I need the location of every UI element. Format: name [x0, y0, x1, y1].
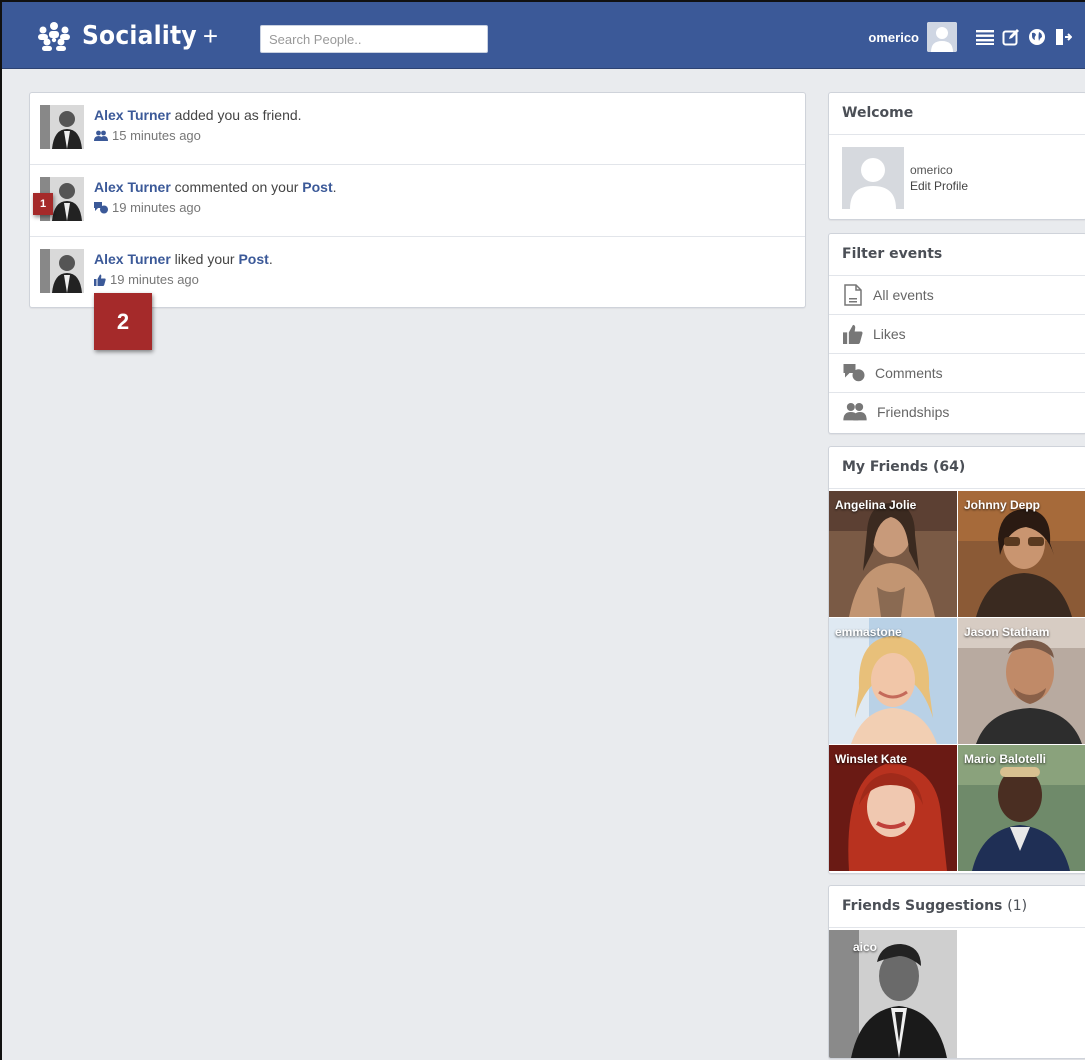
friend-tile[interactable]: Mario Balotelli — [958, 745, 1085, 871]
friends-icon — [94, 130, 108, 141]
annotation-badge-1: 1 — [33, 193, 53, 215]
post-link[interactable]: Post — [238, 251, 268, 267]
friends-count: (64) — [933, 459, 966, 475]
notification-action: liked your — [174, 251, 235, 267]
user-avatar[interactable] — [927, 22, 957, 52]
actor-name-link[interactable]: Alex Turner — [94, 107, 171, 123]
username-link[interactable]: omerico — [868, 30, 919, 45]
notification-text: Alex Turner added you as friend. — [94, 107, 302, 123]
filter-label: Likes — [873, 326, 906, 342]
friend-tile[interactable]: emmastone — [829, 618, 957, 744]
friend-name: Jason Statham — [964, 625, 1050, 639]
notification-time: 19 minutes ago — [94, 200, 201, 215]
filter-label: Friendships — [877, 404, 950, 420]
suggestion-name: aico — [853, 940, 878, 954]
search-people-input[interactable] — [260, 25, 488, 53]
notification-text: Alex Turner liked your Post. — [94, 251, 273, 267]
time-label: 19 minutes ago — [112, 200, 201, 215]
suggestion-tile[interactable]: aico — [829, 930, 957, 1058]
edit-profile-link[interactable]: Edit Profile — [910, 179, 968, 193]
notification-action: added you as friend. — [174, 107, 302, 123]
notification-time: 15 minutes ago — [94, 128, 201, 143]
filter-label: All events — [873, 287, 934, 303]
list-icon[interactable] — [975, 27, 995, 47]
annotation-badge-2: 2 — [94, 293, 152, 350]
friend-name: Angelina Jolie — [835, 498, 917, 512]
friend-name: Johnny Depp — [964, 498, 1041, 512]
friend-tile[interactable]: Jason Statham — [958, 618, 1085, 744]
post-link[interactable]: Post — [302, 179, 332, 195]
filter-events-panel: Filter events All events Likes Comments … — [828, 233, 1085, 434]
people-logo-icon — [38, 22, 70, 51]
top-navbar: Sociality + omerico — [2, 2, 1085, 69]
brand-plus: + — [202, 20, 219, 51]
filter-all-events[interactable]: All events — [829, 276, 1085, 315]
notification-time: 19 minutes ago — [94, 272, 199, 287]
friends-icon — [843, 403, 867, 421]
comments-icon — [843, 364, 865, 382]
suggestions-title: Friends Suggestions — [842, 898, 1003, 914]
notification-action: commented on your — [174, 179, 299, 195]
notification-item[interactable]: Alex Turner commented on your Post. 19 m… — [30, 165, 805, 237]
suggestions-count: (1) — [1007, 898, 1028, 914]
friend-tile[interactable]: Angelina Jolie — [829, 491, 957, 617]
thumbs-up-icon — [843, 324, 863, 344]
suggestion-photo — [829, 930, 957, 1058]
brand-name: Sociality — [82, 21, 197, 51]
profile-avatar[interactable] — [842, 147, 904, 209]
suggestions-heading: Friends Suggestions (1) — [829, 886, 1085, 928]
actor-avatar[interactable] — [40, 249, 84, 293]
document-icon — [844, 284, 862, 306]
default-avatar-icon — [842, 147, 904, 209]
friend-tile[interactable]: Johnny Depp — [958, 491, 1085, 617]
friend-name: Winslet Kate — [835, 752, 907, 766]
globe-icon[interactable] — [1027, 27, 1047, 47]
filter-comments[interactable]: Comments — [829, 354, 1085, 393]
comments-icon — [94, 201, 108, 213]
friend-name: emmastone — [835, 625, 902, 639]
welcome-heading: Welcome — [829, 93, 1085, 135]
notification-feed: Alex Turner added you as friend. 15 minu… — [29, 92, 806, 308]
time-label: 19 minutes ago — [110, 272, 199, 287]
filter-label: Comments — [875, 365, 943, 381]
filter-heading: Filter events — [829, 234, 1085, 276]
friends-suggestions-panel: Friends Suggestions (1) aico — [828, 885, 1085, 1059]
actor-name-link[interactable]: Alex Turner — [94, 179, 171, 195]
my-friends-panel: My Friends (64) Angelina Jolie Johnny De… — [828, 446, 1085, 874]
actor-avatar[interactable] — [40, 105, 84, 149]
compose-icon[interactable] — [1001, 27, 1021, 47]
friends-heading: My Friends (64) — [829, 447, 1085, 489]
welcome-panel: Welcome omerico Edit Profile — [828, 92, 1085, 220]
friends-title: My Friends — [842, 459, 929, 475]
user-area: omerico — [868, 22, 1073, 52]
profile-name: omerico — [910, 163, 953, 177]
brand[interactable]: Sociality + — [34, 18, 218, 54]
filter-friendships[interactable]: Friendships — [829, 393, 1085, 431]
thumbs-up-icon — [94, 274, 106, 286]
friend-name: Mario Balotelli — [964, 752, 1047, 766]
logout-icon[interactable] — [1053, 27, 1073, 47]
notification-item[interactable]: Alex Turner added you as friend. 15 minu… — [30, 93, 805, 165]
filter-likes[interactable]: Likes — [829, 315, 1085, 354]
actor-name-link[interactable]: Alex Turner — [94, 251, 171, 267]
notification-text: Alex Turner commented on your Post. — [94, 179, 337, 195]
time-label: 15 minutes ago — [112, 128, 201, 143]
friend-tile[interactable]: Winslet Kate — [829, 745, 957, 871]
default-avatar-icon — [927, 22, 957, 52]
